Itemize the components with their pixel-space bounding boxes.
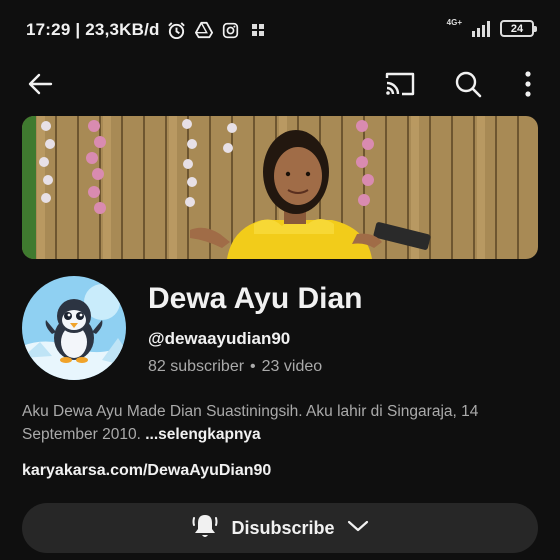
bell-icon xyxy=(191,512,219,545)
show-more-link[interactable]: ...selengkapnya xyxy=(145,426,260,443)
channel-handle: @dewaayudian90 xyxy=(148,329,291,348)
battery-level: 24 xyxy=(510,22,524,35)
search-icon[interactable] xyxy=(450,66,486,102)
cast-icon[interactable] xyxy=(382,66,418,102)
instagram-icon xyxy=(221,20,241,40)
channel-name: Dewa Ayu Dian xyxy=(148,282,363,315)
signal-icon xyxy=(472,20,490,37)
status-time-speed: 17:29 | 23,3KB/d xyxy=(26,20,160,39)
notification-app-icon xyxy=(248,20,268,40)
back-arrow-icon[interactable] xyxy=(22,66,58,102)
stats-separator: • xyxy=(250,358,256,375)
video-count: 23 video xyxy=(261,358,323,375)
app-bar xyxy=(0,60,560,106)
drive-icon xyxy=(194,20,214,40)
alarm-clock-icon xyxy=(167,20,187,40)
chevron-down-icon xyxy=(347,519,369,538)
more-vert-icon[interactable] xyxy=(510,66,546,102)
channel-stats: 82 subscriber • 23 video xyxy=(148,358,322,376)
network-type: 4G+ xyxy=(446,17,462,27)
status-bar: 17:29 | 23,3KB/d 4G+ 24 xyxy=(0,0,560,60)
battery-icon: 24 xyxy=(500,20,537,37)
avatar[interactable] xyxy=(22,276,126,380)
channel-banner xyxy=(22,116,538,259)
subscribed-button-label: Disubscribe xyxy=(231,517,335,538)
channel-external-link[interactable]: karyakarsa.com/DewaAyuDian90 xyxy=(22,462,271,480)
subscriber-count: 82 subscriber xyxy=(148,358,245,375)
channel-description[interactable]: Aku Dewa Ayu Made Dian Suastiningsih. Ak… xyxy=(22,400,542,446)
subscribed-button[interactable]: Disubscribe xyxy=(22,503,538,553)
